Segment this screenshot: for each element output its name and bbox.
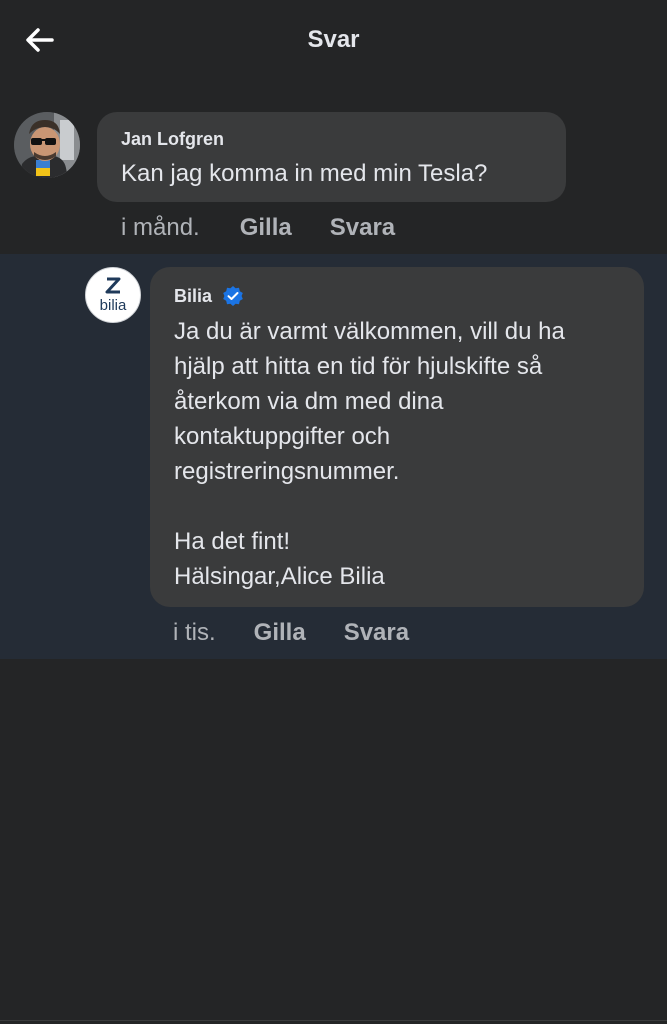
comment-bubble: Jan Lofgren Kan jag komma in med min Tes… <box>97 112 566 202</box>
page-title: Svar <box>307 26 360 53</box>
comment-text: Kan jag komma in med min Tesla? <box>121 160 488 187</box>
reply-bubble: Bilia Ja du är varmt välkommen, vill du … <box>150 267 644 607</box>
avatar[interactable]: bilia <box>85 267 141 323</box>
reply-author[interactable]: Bilia <box>174 285 212 307</box>
reply-author-row: Bilia <box>174 285 620 307</box>
verified-badge-icon <box>223 286 243 306</box>
avatar-logo-text: bilia <box>100 297 127 314</box>
like-button[interactable]: Gilla <box>254 619 306 647</box>
bilia-logo-icon: bilia <box>100 277 127 314</box>
reply-comment: bilia Bilia Ja du är varmt välkommen, vi… <box>0 254 667 659</box>
user-photo-icon <box>14 112 80 178</box>
comment-author[interactable]: Jan Lofgren <box>121 128 542 150</box>
header-bar: Svar <box>0 0 667 84</box>
divider <box>0 1020 667 1021</box>
comment-timestamp[interactable]: i månd. <box>121 214 200 242</box>
comment-actions: i månd. Gilla Svara <box>121 214 395 242</box>
reply-button[interactable]: Svara <box>330 214 395 242</box>
avatar[interactable] <box>14 112 80 178</box>
reply-text: Ja du är varmt välkommen, vill du ha hjä… <box>174 318 565 590</box>
reply-actions: i tis. Gilla Svara <box>173 619 409 647</box>
comment-thread-screen: Svar Jan Lofgren Kan jag komma in med mi… <box>0 0 667 1024</box>
like-button[interactable]: Gilla <box>240 214 292 242</box>
reply-timestamp[interactable]: i tis. <box>173 619 216 647</box>
parent-comment: Jan Lofgren Kan jag komma in med min Tes… <box>0 96 667 254</box>
reply-button[interactable]: Svara <box>344 619 409 647</box>
